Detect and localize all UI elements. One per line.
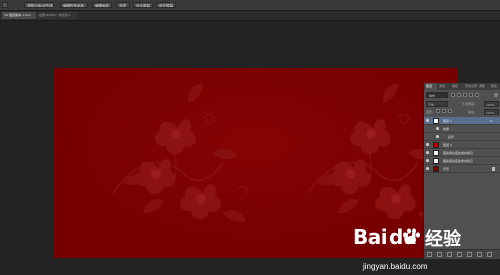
layer-row[interactable]: 图案填充底纹素材拷贝 [424, 157, 500, 165]
layer-effect-name: 投影 [448, 135, 455, 139]
blend-mode-select[interactable]: 正常 [426, 101, 448, 107]
layer-effect-name: 效果 [443, 127, 450, 131]
fit-screen-button[interactable]: 适合屏幕 [133, 2, 153, 8]
edit-artboard-button[interactable]: 编辑画板 [92, 2, 112, 8]
layer-thumbnail [433, 142, 439, 148]
layer-row[interactable]: 背景 [424, 165, 500, 173]
jingyan-text: 经验 [425, 229, 461, 250]
visibility-eye-icon[interactable] [426, 143, 429, 146]
filter-toggle-icon[interactable] [494, 93, 498, 97]
pixel-filter-icon[interactable] [451, 93, 455, 97]
options-bar: 调整边缘/对齐调整 编辑所有画板 编辑画板 选项 适合屏幕 填充屏幕 [0, 0, 500, 11]
layer-thumbnail [433, 118, 439, 124]
opacity-label: 不透明度: [462, 102, 476, 106]
layer-kind-filter[interactable]: 种类 [426, 92, 448, 98]
options-button[interactable]: 选项 [116, 2, 130, 8]
layer-thumbnail [433, 166, 439, 172]
layer-name: 图层 2 [443, 143, 452, 147]
jingyan-url: jingyan.baidu.com [363, 262, 428, 271]
fill-input[interactable]: 100% [484, 109, 499, 115]
layer-list: 图层 1 fx 效果 投影 图层 2 图案填充底纹素材拷贝 图案填充底纹素材拷贝 [424, 117, 500, 173]
visibility-eye-icon[interactable] [426, 151, 429, 154]
document-tab-strip: 3D-图层副本 1.psd 绘图-RGB/8 - 未标题-1 [0, 11, 500, 21]
lock-pixels-icon[interactable] [436, 109, 440, 113]
layer-name: 背景 [443, 167, 450, 171]
layer-effects-row[interactable]: 效果 [424, 125, 500, 133]
panel-tab-strip: 图层 通道 路径 历史记录 调整 属性 [424, 83, 500, 90]
lock-icon [492, 167, 495, 171]
visibility-eye-icon[interactable] [426, 167, 429, 170]
visibility-eye-icon[interactable] [436, 127, 439, 130]
layer-row[interactable]: 图层 2 [424, 141, 500, 149]
refine-edge-button[interactable]: 调整边缘/对齐调整 [24, 2, 54, 8]
blend-opacity-row: 正常 不透明度: 100% [426, 101, 499, 108]
lock-all-icon[interactable] [448, 109, 452, 113]
tab-adjustments[interactable]: 调整 [478, 83, 489, 90]
opacity-input[interactable]: 100% [484, 101, 499, 107]
document-tab-label: 3D-图层副本 1.psd [4, 13, 31, 17]
tab-layers[interactable]: 图层 [425, 83, 437, 90]
layer-name: 图层 1 [443, 119, 452, 123]
smart-object-filter-icon[interactable] [475, 93, 479, 97]
layer-effect-row[interactable]: 投影 [424, 133, 500, 141]
visibility-eye-icon[interactable] [426, 119, 429, 122]
layer-row[interactable]: 图案填充底纹素材拷贝 [424, 149, 500, 157]
layer-thumbnail [433, 158, 439, 164]
document-tab[interactable]: 绘图-RGB/8 - 未标题-1 [37, 12, 77, 19]
document-tab-label: 绘图-RGB/8 - 未标题-1 [39, 13, 71, 17]
tab-history[interactable]: 历史记录 [464, 83, 477, 90]
lock-fill-row: 锁定: 填充: 100% [426, 109, 499, 116]
tab-properties[interactable]: 属性 [490, 83, 500, 90]
shape-filter-icon[interactable] [469, 93, 473, 97]
baidu-logo-text: Bai [353, 225, 388, 249]
tool-icon[interactable] [2, 2, 8, 8]
baidu-jingyan-watermark: Bai du 经验 jingyan.baidu.com [353, 225, 500, 275]
lock-position-icon[interactable] [442, 109, 446, 113]
fill-screen-button[interactable]: 填充屏幕 [156, 2, 176, 8]
lock-label: 锁定: [426, 110, 434, 114]
tab-paths[interactable]: 路径 [451, 83, 463, 90]
visibility-eye-icon[interactable] [436, 135, 439, 138]
visibility-eye-icon[interactable] [426, 159, 429, 162]
baidu-logo-text-suffix: du [389, 225, 417, 249]
layer-filter-row: 种类 [426, 92, 499, 99]
floral-motif [113, 81, 248, 227]
layer-name: 图案填充底纹素材拷贝 [443, 151, 474, 155]
document-tab-active[interactable]: 3D-图层副本 1.psd [2, 12, 36, 19]
layer-thumbnail [433, 150, 439, 156]
layer-row[interactable]: 图层 1 fx [424, 117, 500, 125]
tab-channels[interactable]: 通道 [438, 83, 450, 90]
edit-all-artboards-button[interactable]: 编辑所有画板 [60, 2, 88, 8]
adjustment-filter-icon[interactable] [457, 93, 461, 97]
fx-icon[interactable]: fx [490, 117, 493, 125]
type-filter-icon[interactable] [463, 93, 467, 97]
layer-name: 图案填充底纹素材拷贝 [443, 159, 474, 163]
fill-label: 填充: [468, 110, 476, 114]
